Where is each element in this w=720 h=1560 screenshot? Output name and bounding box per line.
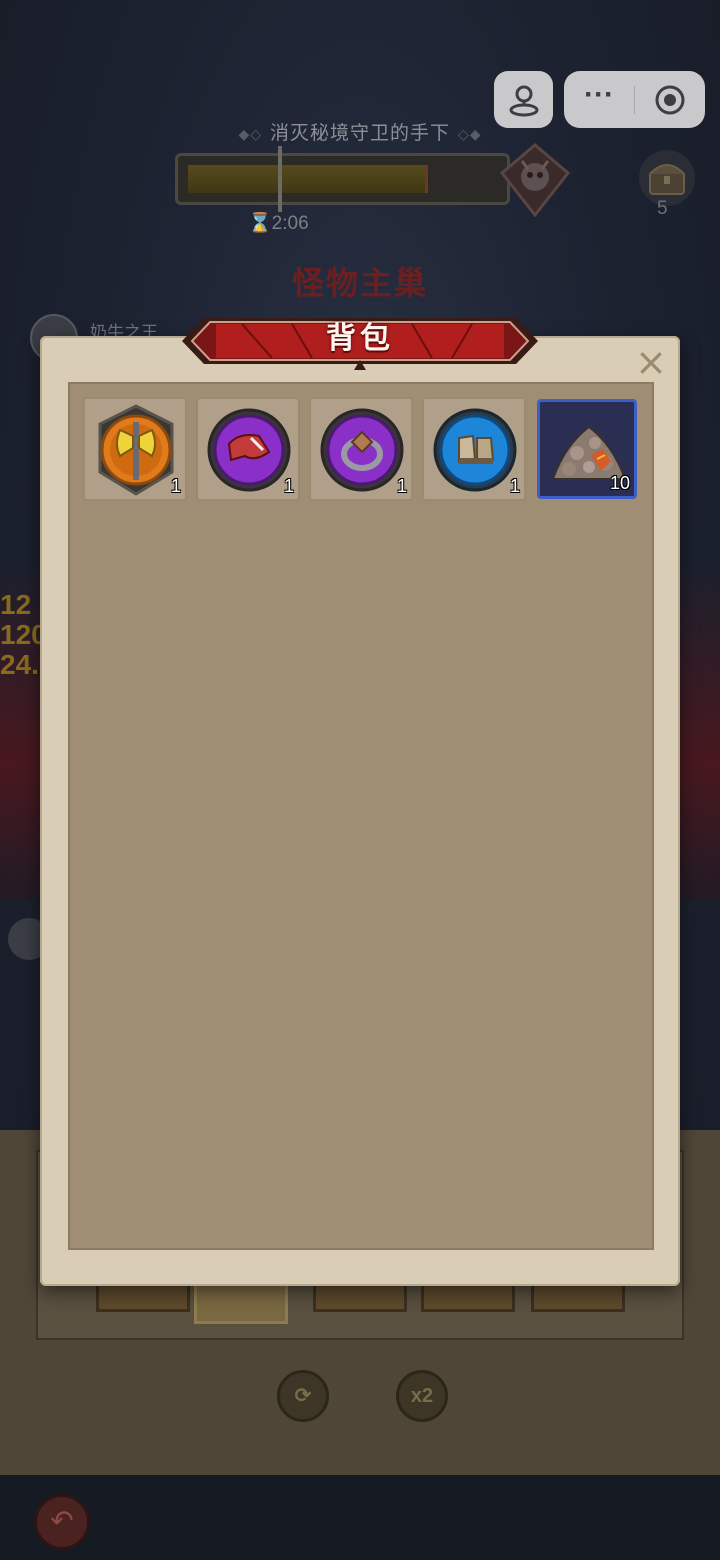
close-mini-program-button[interactable] bbox=[635, 84, 705, 116]
refresh-icon: ⟳ bbox=[294, 1385, 312, 1407]
item-quantity: 1 bbox=[283, 476, 294, 496]
footer-bar bbox=[0, 1475, 720, 1560]
mission-header: ◆◇ 消灭秘境守卫的手下 ◇◆ bbox=[0, 118, 720, 145]
boots-icon bbox=[433, 408, 517, 492]
inventory-slot-2[interactable]: 1 bbox=[196, 397, 300, 501]
progress-milestone bbox=[278, 146, 282, 212]
chest-count: 5 bbox=[657, 198, 668, 219]
stage-title: 怪物主巢 bbox=[291, 265, 428, 301]
inventory-grid-area bbox=[68, 382, 654, 1250]
cape-icon bbox=[207, 408, 291, 492]
inventory-slot-5-selected[interactable]: 10 bbox=[537, 399, 637, 499]
right-ornament-icon: ◇◆ bbox=[458, 126, 482, 142]
inventory-slot-1[interactable]: 1 bbox=[83, 397, 187, 501]
mission-title: 消灭秘境守卫的手下 bbox=[269, 123, 450, 144]
back-button[interactable]: ↶ bbox=[34, 1494, 90, 1550]
inventory-title: 背包 bbox=[326, 322, 394, 355]
close-button[interactable]: × bbox=[631, 343, 671, 384]
battle-axe-icon bbox=[98, 404, 174, 496]
hourglass-icon: ⌛ bbox=[248, 213, 272, 234]
speed-x2-button[interactable]: x2 bbox=[396, 1370, 448, 1422]
item-quantity: 1 bbox=[170, 476, 181, 496]
ring-icon bbox=[320, 408, 404, 492]
user-icon bbox=[509, 85, 538, 116]
item-quantity: 10 bbox=[609, 473, 630, 493]
return-arrow-icon: ↶ bbox=[50, 1505, 74, 1536]
more-menu-button[interactable]: ··· bbox=[564, 79, 634, 115]
mission-timer: ⌛2:06 bbox=[248, 211, 309, 235]
item-quantity: 1 bbox=[396, 476, 407, 496]
boss-skull-icon bbox=[500, 143, 570, 217]
timer-value: 2:06 bbox=[271, 213, 309, 234]
inventory-slot-3[interactable]: 1 bbox=[309, 397, 413, 501]
target-icon bbox=[655, 85, 685, 114]
inventory-slot-4[interactable]: 1 bbox=[422, 397, 526, 501]
left-ornament-icon: ◆◇ bbox=[238, 126, 262, 142]
progress-fill bbox=[188, 165, 428, 193]
mission-progress-bar bbox=[175, 146, 510, 212]
refresh-button[interactable]: ⟳ bbox=[277, 1370, 329, 1422]
item-quantity: 1 bbox=[509, 476, 520, 496]
